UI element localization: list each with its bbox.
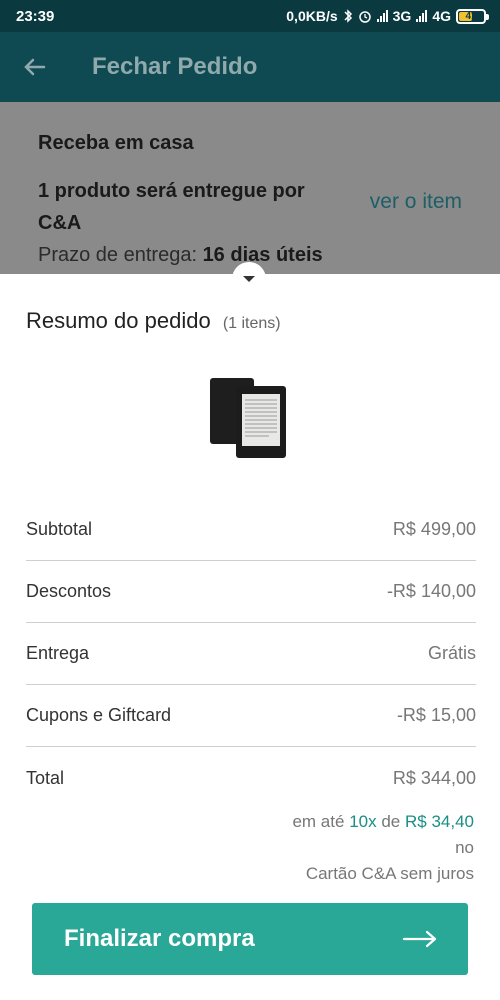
page-title: Fechar Pedido [92, 53, 258, 80]
network-type-1: 3G [392, 8, 412, 24]
summary-row-subtotal: Subtotal R$ 499,00 [26, 499, 476, 561]
delivery-heading: Receba em casa [38, 132, 194, 154]
deadline-value: 16 dias úteis [202, 244, 323, 266]
status-time: 23:39 [16, 7, 55, 25]
deadline-label: Prazo de entrega: [38, 244, 197, 266]
summary-item-count: (1 itens) [222, 315, 281, 332]
summary-row-total: Total R$ 344,00 [26, 747, 476, 809]
summary-row-discounts: Descontos -R$ 140,00 [26, 561, 476, 623]
arrow-left-icon[interactable] [22, 54, 48, 80]
row-label: Subtotal [26, 519, 93, 539]
finalize-purchase-label: Finalizar compra [64, 925, 255, 952]
battery-level: 41 [465, 10, 477, 22]
product-thumbnail [210, 378, 286, 458]
row-label: Entrega [26, 643, 90, 663]
installment-line: em até 10x de R$ 34,40 [292, 809, 474, 835]
view-item-link[interactable]: ver o item [370, 190, 462, 214]
installment-info: em até 10x de R$ 34,40 no Cartão C&A sem… [292, 809, 474, 887]
summary-title: Resumo do pedido (1 itens) [26, 308, 281, 334]
installment-mid: de [381, 812, 401, 831]
summary-rows: Subtotal R$ 499,00 Descontos -R$ 140,00 … [26, 499, 476, 809]
installment-card-text: Cartão C&A sem juros [305, 864, 474, 883]
installment-line2: no [455, 838, 474, 857]
row-value: R$ 344,00 [392, 767, 476, 788]
row-label: Total [26, 767, 65, 788]
status-bar: 23:39 0,0KB/s 3G 4G 41 [0, 0, 500, 32]
delivery-section: Receba em casa 1 produto será entregue p… [0, 102, 500, 274]
summary-row-delivery: Entrega Grátis [26, 623, 476, 685]
arrow-right-icon [402, 930, 437, 948]
order-summary-sheet: Resumo do pedido (1 itens) Subtotal R$ 4… [0, 262, 500, 1000]
installment-count: 10x [349, 812, 377, 831]
summary-title-text: Resumo do pedido [26, 308, 211, 333]
network-speed: 0,0KB/s [286, 8, 338, 24]
alarm-icon [358, 11, 371, 23]
row-value: -R$ 140,00 [386, 581, 476, 601]
row-value: Grátis [427, 643, 476, 663]
summary-row-coupons: Cupons e Giftcard -R$ 15,00 [26, 685, 476, 747]
signal-icon [376, 10, 388, 22]
finalize-purchase-button[interactable]: Finalizar compra [32, 903, 468, 975]
delivery-carrier-text: 1 produto será entregue por C&A [38, 180, 305, 234]
row-value: R$ 499,00 [392, 519, 476, 539]
network-type-2: 4G [432, 8, 451, 24]
row-label: Cupons e Giftcard [26, 705, 172, 725]
installment-amount: R$ 34,40 [405, 812, 474, 831]
chevron-down-icon [243, 276, 255, 282]
battery-icon: 41 [456, 8, 489, 24]
row-label: Descontos [26, 581, 112, 601]
bluetooth-icon [344, 9, 352, 23]
installment-prefix: em até [292, 812, 345, 831]
app-bar: Fechar Pedido [0, 32, 500, 102]
status-indicators: 0,0KB/s 3G 4G 41 [286, 8, 489, 24]
signal-icon [416, 10, 428, 22]
sheet-collapse-handle[interactable] [232, 262, 266, 296]
row-value: -R$ 15,00 [396, 705, 476, 725]
